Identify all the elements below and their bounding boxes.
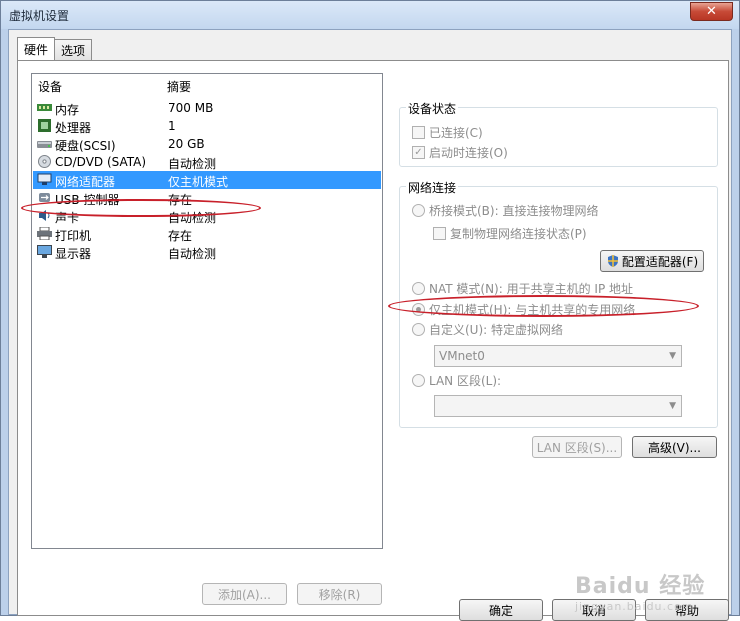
radio-circle	[412, 323, 425, 336]
configure-adapters-label: 配置适配器(F)	[621, 254, 699, 269]
window-title: 虚拟机设置	[9, 9, 70, 23]
nat-label: NAT 模式(N): 用于共享主机的 IP 地址	[429, 282, 634, 296]
lan-segments-button[interactable]: LAN 区段(S)...	[532, 436, 622, 458]
device-list-header: 设备 摘要	[32, 76, 382, 94]
checkbox-box	[412, 126, 425, 139]
ok-button[interactable]: 确定	[459, 599, 543, 621]
device-summary: 仅主机模式	[168, 175, 229, 189]
host-only-radio[interactable]: 仅主机模式(H): 与主机共享的专用网络	[412, 301, 635, 318]
help-button[interactable]: 帮助	[645, 599, 729, 621]
device-name: 声卡	[55, 211, 80, 225]
cancel-button[interactable]: 取消	[552, 599, 636, 621]
close-button[interactable]: ✕	[690, 2, 733, 21]
connect-on-start-checkbox[interactable]: ✓ 启动时连接(O)	[412, 144, 508, 161]
display-icon	[37, 245, 52, 258]
device-summary: 存在	[168, 229, 193, 243]
device-name: 打印机	[55, 229, 92, 243]
replicate-state-label: 复制物理网络连接状态(P)	[450, 227, 587, 241]
device-summary: 700 MB	[168, 101, 214, 115]
device-summary: 1	[168, 119, 176, 133]
connected-label: 已连接(C)	[429, 126, 483, 140]
advanced-button[interactable]: 高级(V)...	[632, 436, 717, 458]
shield-icon	[607, 255, 618, 267]
title-bar[interactable]: 虚拟机设置 ✕	[1, 1, 739, 29]
device-status-title: 设备状态	[406, 100, 459, 117]
device-row-printer[interactable]: 打印机 存在	[33, 225, 381, 243]
device-name: 内存	[55, 103, 80, 117]
replicate-state-checkbox[interactable]: 复制物理网络连接状态(P)	[433, 225, 587, 242]
chevron-down-icon: ▼	[669, 351, 676, 361]
device-row-hard-disk[interactable]: 硬盘(SCSI) 20 GB	[33, 135, 381, 153]
network-connection-title: 网络连接	[406, 179, 459, 196]
configure-adapters-button[interactable]: 配置适配器(F)	[600, 250, 704, 272]
device-row-network-adapter[interactable]: 网络适配器 仅主机模式	[33, 171, 381, 189]
sound-card-icon	[39, 210, 50, 221]
device-row-sound-card[interactable]: 声卡 自动检测	[33, 207, 381, 225]
custom-network-select[interactable]: VMnet0 ▼	[434, 345, 682, 367]
bridged-label: 桥接模式(B): 直接连接物理网络	[429, 204, 599, 218]
add-button[interactable]: 添加(A)...	[202, 583, 287, 605]
device-summary: 自动检测	[168, 211, 217, 225]
tab-strip: 硬件 选项	[17, 37, 93, 61]
device-name: CD/DVD (SATA)	[55, 155, 147, 169]
dialog-client: 硬件 选项 设备 摘要 内存 700 MB 处理器 1 硬盘(SCSI) 20 …	[8, 29, 732, 621]
column-header-device[interactable]: 设备	[38, 78, 62, 95]
lan-segment-radio[interactable]: LAN 区段(L):	[412, 372, 501, 389]
checkmark-icon: ✓	[412, 146, 425, 159]
custom-label: 自定义(U): 特定虚拟网络	[429, 323, 564, 337]
device-row-cd-dvd[interactable]: CD/DVD (SATA) 自动检测	[33, 153, 381, 171]
device-summary: 自动检测	[168, 157, 217, 171]
connect-on-start-label: 启动时连接(O)	[429, 146, 508, 160]
host-only-label: 仅主机模式(H): 与主机共享的专用网络	[429, 303, 636, 317]
device-list[interactable]: 设备 摘要 内存 700 MB 处理器 1 硬盘(SCSI) 20 GB CD/…	[31, 73, 383, 549]
printer-icon	[37, 227, 52, 240]
remove-button[interactable]: 移除(R)	[297, 583, 382, 605]
cd-dvd-icon	[38, 155, 51, 168]
device-summary: 存在	[168, 193, 193, 207]
device-summary: 自动检测	[168, 247, 217, 261]
vm-settings-window: 虚拟机设置 ✕ 硬件 选项 设备 摘要 内存 700 MB 处理器 1 硬盘(S…	[0, 0, 740, 621]
usb-icon	[39, 193, 50, 202]
device-row-usb-controller[interactable]: USB 控制器 存在	[33, 189, 381, 207]
device-summary: 20 GB	[168, 137, 205, 151]
device-name: 显示器	[55, 247, 92, 261]
hard-disk-icon	[37, 141, 52, 148]
custom-radio[interactable]: 自定义(U): 特定虚拟网络	[412, 321, 563, 338]
hardware-panel: 设备 摘要 内存 700 MB 处理器 1 硬盘(SCSI) 20 GB CD/…	[17, 60, 729, 616]
close-icon: ✕	[706, 4, 717, 19]
radio-circle	[412, 282, 425, 295]
tab-options[interactable]: 选项	[54, 39, 93, 60]
radio-circle	[412, 374, 425, 387]
device-row-memory[interactable]: 内存 700 MB	[33, 99, 381, 117]
bridged-radio[interactable]: 桥接模式(B): 直接连接物理网络	[412, 202, 598, 219]
nat-radio[interactable]: NAT 模式(N): 用于共享主机的 IP 地址	[412, 280, 633, 297]
memory-icon	[37, 104, 52, 111]
cpu-icon	[38, 119, 51, 132]
device-status-group: 设备状态 已连接(C) ✓ 启动时连接(O)	[399, 100, 718, 167]
radio-selected-icon	[412, 303, 425, 316]
chevron-down-icon: ▼	[669, 401, 676, 411]
device-row-display[interactable]: 显示器 自动检测	[33, 243, 381, 261]
device-name: 网络适配器	[55, 175, 116, 189]
tab-hardware[interactable]: 硬件	[17, 37, 56, 60]
radio-circle	[412, 204, 425, 217]
device-name: 处理器	[55, 121, 92, 135]
lan-segment-label: LAN 区段(L):	[429, 374, 502, 388]
custom-network-value: VMnet0	[439, 349, 485, 363]
device-row-processor[interactable]: 处理器 1	[33, 117, 381, 135]
lan-segment-select[interactable]: ▼	[434, 395, 682, 417]
network-adapter-icon	[37, 173, 52, 185]
device-name: 硬盘(SCSI)	[55, 139, 116, 153]
connected-checkbox[interactable]: 已连接(C)	[412, 124, 483, 141]
device-name: USB 控制器	[55, 193, 120, 207]
checkbox-box	[433, 227, 446, 240]
network-connection-group: 网络连接 桥接模式(B): 直接连接物理网络 复制物理网络连接状态(P) 配置适…	[399, 179, 718, 428]
column-header-summary[interactable]: 摘要	[167, 78, 191, 95]
